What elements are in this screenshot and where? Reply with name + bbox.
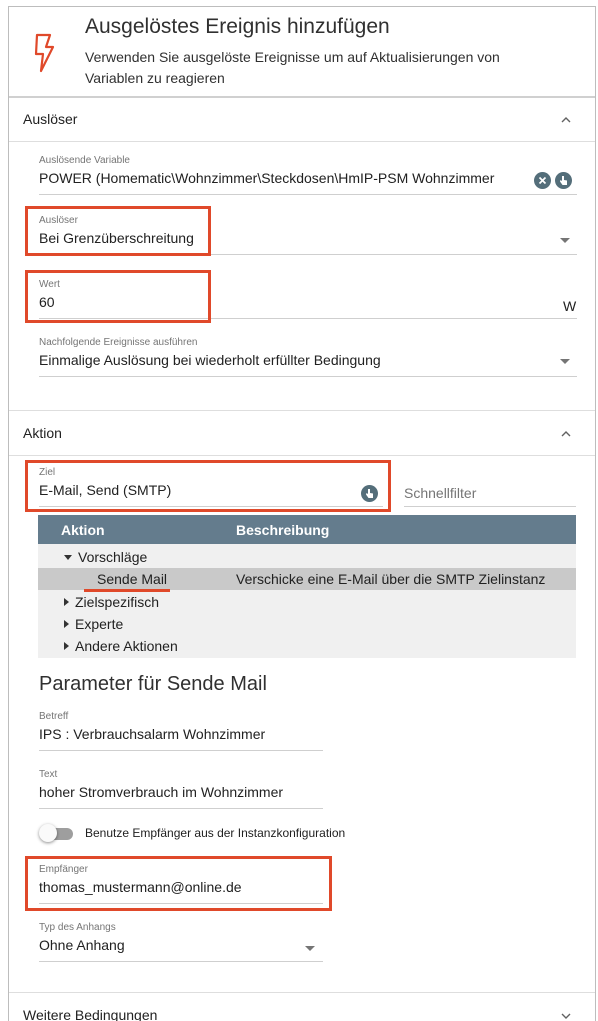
highlight-underline	[84, 589, 170, 592]
section-header-action[interactable]: Aktion	[9, 413, 595, 455]
table-row-other-actions[interactable]: Andere Aktionen	[38, 635, 576, 657]
dropdown-caret-icon[interactable]	[560, 238, 570, 243]
threshold-unit: W	[563, 298, 577, 314]
attachment-type-select[interactable]: Typ des Anhangs Ohne Anhang	[39, 922, 323, 962]
field-underline	[39, 808, 323, 809]
quickfilter-input[interactable]	[404, 485, 576, 507]
text-value: hoher Stromverbrauch im Wohnzimmer	[39, 784, 284, 800]
row-label: Vorschläge	[78, 549, 148, 565]
chevron-up-icon[interactable]	[559, 113, 573, 127]
trigger-variable-value: POWER (Homematic\Wohnzimmer\Steckdosen\H…	[39, 170, 495, 186]
field-label: Betreff	[39, 711, 69, 722]
caret-right-icon	[64, 642, 69, 650]
row-label: Sende Mail	[97, 571, 168, 587]
lightning-bolt-icon	[34, 33, 55, 73]
text-field[interactable]: Text hoher Stromverbrauch im Wohnzimmer	[39, 769, 323, 809]
use-instance-recipient-toggle[interactable]	[39, 824, 75, 842]
field-underline	[404, 506, 576, 507]
column-header-description: Beschreibung	[236, 522, 330, 538]
section-title-action: Aktion	[23, 425, 62, 441]
toggle-label: Benutze Empfänger aus der Instanzkonfigu…	[85, 826, 346, 840]
divider	[9, 410, 595, 411]
toggle-knob	[39, 824, 57, 842]
caret-right-icon	[64, 620, 69, 628]
caret-right-icon	[64, 598, 69, 606]
table-row-expert[interactable]: Experte	[38, 613, 576, 635]
field-underline	[39, 194, 577, 195]
attachment-type-value: Ohne Anhang	[39, 937, 125, 953]
section-title-trigger: Auslöser	[23, 111, 78, 127]
header-divider	[9, 96, 595, 98]
highlight-box	[25, 856, 332, 911]
field-underline	[39, 750, 323, 751]
quickfilter-text[interactable]	[404, 485, 576, 501]
select-variable-button[interactable]	[555, 172, 572, 189]
dialog-title: Ausgelöstes Ereignis hinzufügen	[85, 15, 390, 38]
section-title-more-conditions: Weitere Bedingungen	[23, 1007, 158, 1021]
row-label: Andere Aktionen	[75, 638, 178, 654]
subsequent-events-select[interactable]: Nachfolgende Ereignisse ausführen Einmal…	[39, 337, 577, 377]
dialog-description: Verwenden Sie ausgelöste Ereignisse um a…	[85, 49, 500, 86]
table-row-send-mail[interactable]: Sende Mail Verschicke eine E-Mail über d…	[38, 568, 576, 590]
subsequent-events-value: Einmalige Auslösung bei wiederholt erfül…	[39, 352, 381, 368]
chevron-up-icon[interactable]	[559, 427, 573, 441]
subject-field[interactable]: Betreff IPS : Verbrauchsalarm Wohnzimmer	[39, 711, 323, 751]
action-table: Vorschläge Sende Mail Verschicke eine E-…	[38, 544, 576, 658]
caret-down-icon	[64, 555, 72, 560]
field-label: Text	[39, 769, 58, 780]
field-label: Typ des Anhangs	[39, 922, 116, 933]
highlight-box	[25, 206, 211, 256]
clear-variable-button[interactable]	[534, 172, 551, 189]
trigger-variable-field[interactable]: Auslösende Variable POWER (Homematic\Woh…	[39, 155, 577, 195]
subject-value: IPS : Verbrauchsalarm Wohnzimmer	[39, 726, 266, 742]
highlight-box	[25, 460, 391, 512]
close-icon	[538, 176, 547, 185]
divider	[9, 455, 595, 456]
row-label: Experte	[75, 616, 124, 632]
dropdown-caret-icon[interactable]	[560, 359, 570, 364]
highlight-box	[25, 270, 211, 323]
row-description: Verschicke eine E-Mail über die SMTP Zie…	[236, 571, 546, 587]
table-row-suggestions[interactable]: Vorschläge	[38, 546, 576, 568]
action-table-header: Aktion Beschreibung	[38, 515, 576, 544]
field-label: Nachfolgende Ereignisse ausführen	[39, 337, 198, 348]
dropdown-caret-icon[interactable]	[305, 946, 315, 951]
pointer-hand-icon	[560, 176, 567, 185]
field-underline	[39, 961, 323, 962]
row-label: Zielspezifisch	[75, 594, 160, 610]
divider	[9, 141, 595, 142]
chevron-down-icon[interactable]	[559, 1009, 573, 1021]
column-header-action: Aktion	[61, 522, 105, 538]
section-header-trigger[interactable]: Auslöser	[9, 99, 595, 141]
table-row-target-specific[interactable]: Zielspezifisch	[38, 591, 576, 613]
dialog: Ausgelöstes Ereignis hinzufügen Verwende…	[8, 6, 596, 1021]
field-label: Auslösende Variable	[39, 155, 130, 166]
params-title: Parameter für Sende Mail	[39, 673, 267, 695]
section-header-more-conditions[interactable]: Weitere Bedingungen	[9, 993, 595, 1021]
field-underline	[39, 376, 577, 377]
